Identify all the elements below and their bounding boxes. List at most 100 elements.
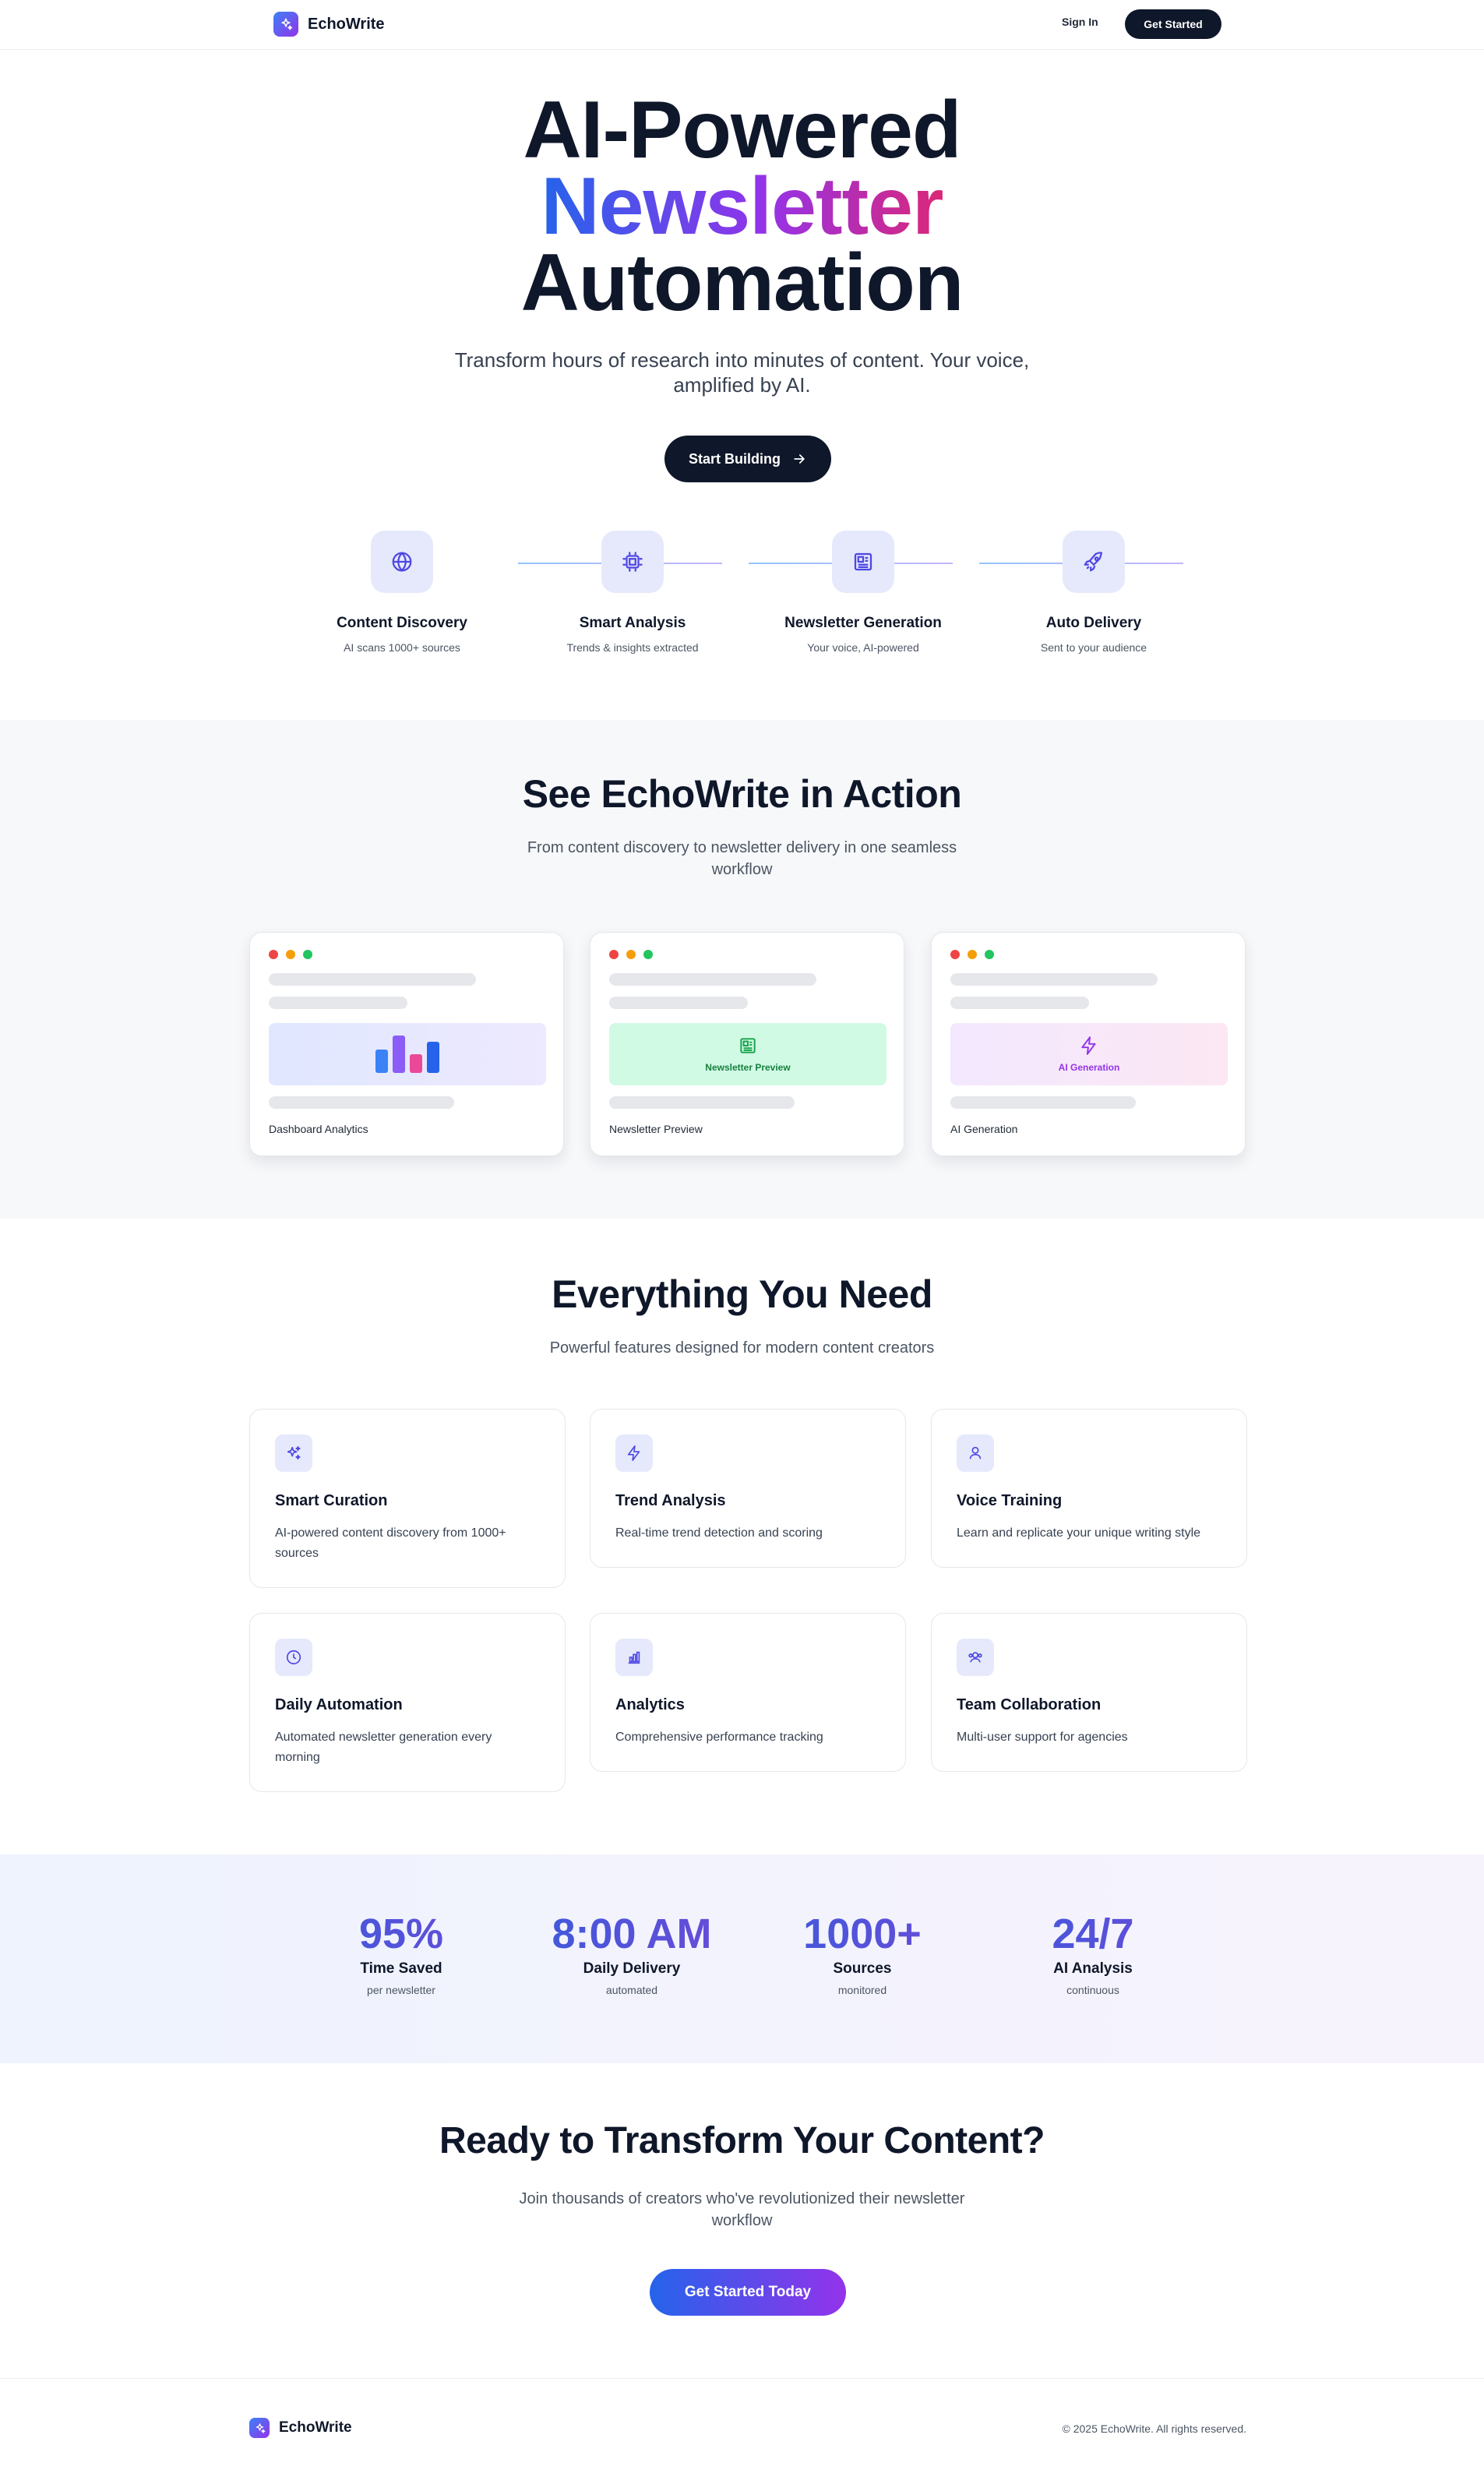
green-dot [303,950,312,959]
features-title: Everything You Need [552,1272,932,1316]
top-nav: EchoWrite Sign In Get Started [0,0,1484,50]
feature-description: Multi-user support for agencies [957,1731,1128,1744]
feature-description: Learn and replicate your unique writing … [957,1526,1201,1540]
skeleton-line [950,973,1158,986]
feature-card-analytics[interactable]: Analytics Comprehensive performance trac… [590,1613,906,1772]
green-dot [643,950,653,959]
skeleton-line [609,997,748,1009]
ai-generation-panel: AI Generation [950,1023,1228,1085]
feature-title: Trend Analysis [615,1492,726,1509]
stat-sublabel: monitored [837,1984,887,1996]
workflow-step-smart-analysis: Smart Analysis Trends & insights extract… [531,531,734,654]
skeleton-line [609,1096,795,1109]
footer-brand-name: EchoWrite [279,2419,352,2436]
bar-chart-icon [615,1639,653,1676]
hero-title-gradient-word: Newsletter [541,161,944,252]
feature-description: AI-powered content discovery from 1000+ … [275,1526,506,1560]
newspaper-icon [740,1038,756,1053]
start-building-label: Start Building [689,450,781,467]
skeleton-line [269,997,407,1009]
feature-card-voice-training[interactable]: Voice Training Learn and replicate your … [931,1409,1247,1568]
stat-value: 95% [284,1911,518,1957]
stat-time-saved: 95% Time Saved per newsletter [284,1911,518,1996]
hero-title-line-3: Automation [520,238,964,328]
skeleton-line [269,1096,454,1109]
yellow-dot [286,950,295,959]
skeleton-line [950,1096,1136,1109]
stat-sources: 1000+ Sources monitored [746,1911,979,1996]
footer-brand[interactable]: EchoWrite [249,2418,352,2438]
clock-icon [275,1639,312,1676]
stat-sublabel: continuous [1066,1984,1119,1996]
stat-label: Sources [833,1960,892,1977]
feature-card-trend-analysis[interactable]: Trend Analysis Real-time trend detection… [590,1409,906,1568]
demo-section-title: See EchoWrite in Action [522,772,962,816]
arrow-right-icon [794,454,805,464]
hero-title: AI-Powered Newsletter Automation [0,90,1484,323]
features-subtitle: Powerful features designed for modern co… [549,1339,935,1357]
start-building-button[interactable]: Start Building [664,436,831,482]
nav-get-started-button[interactable]: Get Started [1125,9,1221,39]
sign-in-button[interactable]: Sign In [1062,16,1098,28]
step-description: AI scans 1000+ sources [344,641,460,654]
demo-card-dashboard[interactable]: Dashboard Analytics [249,932,564,1156]
feature-card-smart-curation[interactable]: Smart Curation AI-powered content discov… [249,1409,566,1588]
red-dot [269,950,278,959]
feature-title: Team Collaboration [957,1696,1102,1713]
feature-card-daily-automation[interactable]: Daily Automation Automated newsletter ge… [249,1613,566,1792]
demo-card-ai-generation[interactable]: AI Generation AI Generation [931,932,1246,1156]
user-icon [957,1434,994,1472]
demo-card-label: Newsletter Preview [609,1123,703,1135]
panel-text: Newsletter Preview [705,1062,791,1073]
rocket-icon [1063,531,1125,593]
footer: EchoWrite © 2025 EchoWrite. All rights r… [0,2378,1484,2477]
newsletter-preview-panel: Newsletter Preview [609,1023,887,1085]
demo-card-newsletter-preview[interactable]: Newsletter Preview Newsletter Preview [590,932,904,1156]
zap-icon [1081,1036,1096,1055]
brand-logo-link[interactable]: EchoWrite [273,12,385,37]
skeleton-line [950,997,1089,1009]
feature-card-team-collaboration[interactable]: Team Collaboration Multi-user support fo… [931,1613,1247,1772]
cta-title: Ready to Transform Your Content? [439,2120,1045,2161]
sparkles-logo-icon [273,12,298,37]
step-title: Auto Delivery [1045,615,1142,631]
feature-title: Smart Curation [275,1492,388,1509]
skeleton-line [609,973,816,986]
step-title: Smart Analysis [579,615,686,631]
newspaper-icon [832,531,894,593]
stat-ai-analysis: 24/7 AI Analysis continuous [976,1911,1210,1996]
chart-preview-panel [269,1023,546,1085]
stat-value: 8:00 AM [515,1911,749,1957]
stat-value: 1000+ [746,1911,979,1957]
red-dot [950,950,960,959]
stat-value: 24/7 [976,1911,1210,1957]
zap-icon [615,1434,653,1472]
demo-card-label: AI Generation [950,1123,1018,1135]
workflow-step-auto-delivery: Auto Delivery Sent to your audience [992,531,1195,654]
hero-subtitle: Transform hours of research into minutes… [454,348,1030,397]
users-icon [957,1639,994,1676]
step-description: Sent to your audience [1040,641,1147,654]
step-title: Content Discovery [337,615,467,631]
workflow-step-newsletter-generation: Newsletter Generation Your voice, AI-pow… [762,531,964,654]
globe-icon [371,531,433,593]
demo-section-subtitle: From content discovery to newsletter del… [527,839,957,878]
red-dot [609,950,619,959]
sparkles-icon [275,1434,312,1472]
cta-subtitle: Join thousands of creators who've revolu… [519,2190,965,2229]
get-started-today-button[interactable]: Get Started Today [650,2269,846,2316]
feature-title: Analytics [615,1696,685,1713]
panel-text: AI Generation [1058,1062,1120,1073]
copyright-text: © 2025 EchoWrite. All rights reserved. [1062,2422,1247,2435]
bar-chart-graphic [375,1036,439,1073]
stat-sublabel: per newsletter [367,1984,435,1996]
stat-label: Daily Delivery [583,1960,681,1977]
brand-name: EchoWrite [308,15,385,33]
step-description: Your voice, AI-powered [807,641,919,654]
window-dots [609,950,653,959]
window-dots [269,950,312,959]
feature-title: Voice Training [957,1492,1063,1509]
yellow-dot [626,950,636,959]
stat-label: AI Analysis [1053,1960,1133,1977]
feature-description: Comprehensive performance tracking [615,1731,823,1744]
